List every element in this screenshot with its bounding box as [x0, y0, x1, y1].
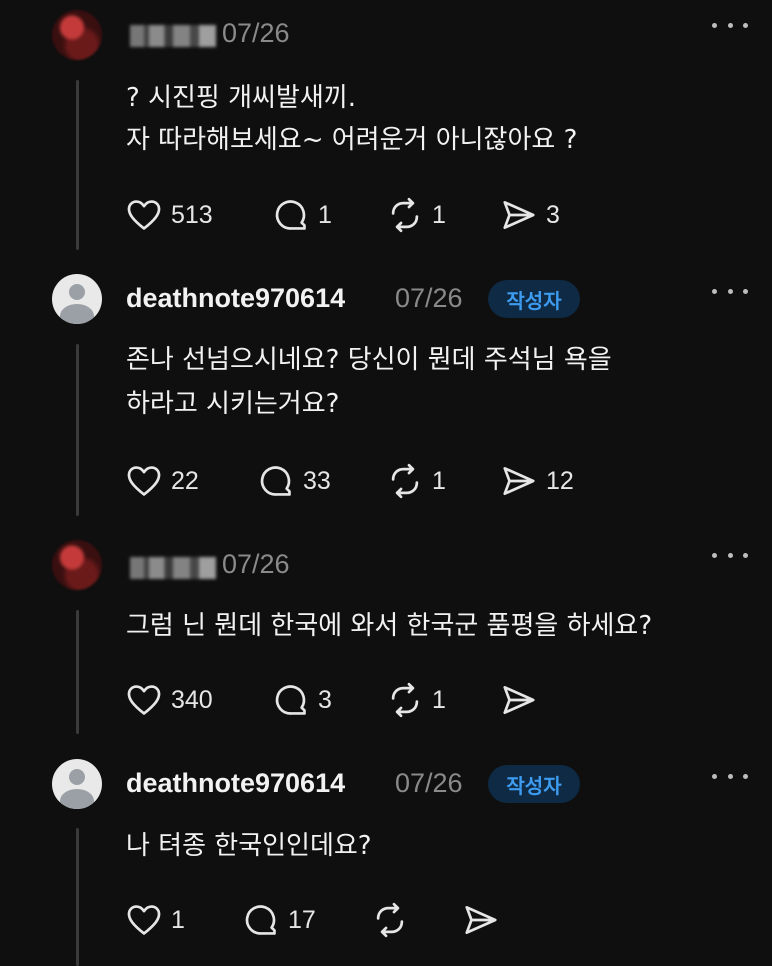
like-count: 22	[171, 466, 199, 495]
comment-date: 07/26	[395, 283, 463, 313]
share-count: 3	[546, 200, 560, 229]
share-button[interactable]	[500, 681, 546, 719]
author-badge: 작성자	[488, 280, 580, 318]
share-button[interactable]: 3	[500, 196, 560, 234]
share-button[interactable]	[462, 901, 508, 939]
thread-line	[76, 80, 79, 250]
repost-button[interactable]: 1	[386, 462, 446, 500]
thread-line	[76, 610, 79, 734]
avatar[interactable]	[52, 540, 102, 590]
send-icon	[465, 905, 497, 935]
heart-icon	[127, 685, 161, 715]
like-button[interactable]: 22	[125, 462, 199, 500]
speech-bubble-icon	[260, 466, 291, 496]
repost-count: 1	[432, 200, 446, 229]
reply-count: 17	[288, 905, 316, 934]
like-count: 1	[171, 905, 185, 934]
comment-text-line: 그럼 닌 뭔데 한국에 와서 한국군 품평을 하세요?	[126, 611, 653, 641]
comment-text-line: 하라고 시키는거요?	[126, 389, 340, 419]
like-count: 513	[171, 200, 213, 229]
comment-text-line: 자 따라해보세요~ 어려운거 아니잖아요 ?	[126, 125, 578, 155]
avatar[interactable]	[52, 10, 102, 60]
reply-button[interactable]: 3	[272, 681, 332, 719]
like-button[interactable]: 513	[125, 196, 213, 234]
reply-count: 1	[318, 200, 332, 229]
repost-arrows-icon	[391, 197, 419, 233]
reply-button[interactable]: 1	[272, 196, 332, 234]
reply-count: 3	[318, 685, 332, 714]
more-dots-icon[interactable]	[712, 20, 748, 30]
repost-arrows-icon	[391, 463, 419, 499]
comment-text-line: 나 텨종 한국인인데요?	[126, 831, 372, 861]
like-button[interactable]: 340	[125, 681, 213, 719]
send-icon	[503, 466, 535, 496]
comment-date: 07/26	[395, 768, 463, 798]
like-button[interactable]: 1	[125, 901, 185, 939]
heart-icon	[127, 905, 161, 935]
repost-count: 1	[432, 685, 446, 714]
repost-count: 1	[432, 466, 446, 495]
repost-button[interactable]: 1	[386, 681, 446, 719]
comment-date: 07/26	[222, 549, 290, 579]
more-dots-icon[interactable]	[712, 771, 748, 781]
username-blurred[interactable]	[130, 557, 216, 579]
username[interactable]: deathnote970614	[126, 768, 345, 799]
thread-line	[76, 828, 79, 966]
repost-arrows-icon	[391, 682, 419, 718]
thread-line	[76, 344, 79, 516]
comment-text-line: 존나 선넘으시네요? 당신이 뭔데 주석님 욕을	[126, 345, 612, 375]
repost-button[interactable]	[371, 901, 417, 939]
more-dots-icon[interactable]	[712, 286, 748, 296]
speech-bubble-icon	[245, 905, 276, 935]
repost-button[interactable]: 1	[386, 196, 446, 234]
comment-text-line: ? 시진핑 개씨발새끼.	[126, 83, 356, 113]
author-badge: 작성자	[488, 765, 580, 803]
repost-arrows-icon	[376, 902, 404, 938]
reply-count: 33	[303, 466, 331, 495]
share-count: 12	[546, 466, 574, 495]
send-icon	[503, 200, 535, 230]
heart-icon	[127, 200, 161, 230]
username-blurred[interactable]	[130, 25, 216, 47]
avatar[interactable]	[52, 274, 102, 324]
like-count: 340	[171, 685, 213, 714]
speech-bubble-icon	[275, 685, 306, 715]
comment-date: 07/26	[222, 18, 290, 48]
reply-button[interactable]: 33	[257, 462, 331, 500]
reply-button[interactable]: 17	[242, 901, 316, 939]
send-icon	[503, 685, 535, 715]
heart-icon	[127, 466, 161, 496]
username[interactable]: deathnote970614	[126, 283, 345, 314]
more-dots-icon[interactable]	[712, 550, 748, 560]
share-button[interactable]: 12	[500, 462, 574, 500]
speech-bubble-icon	[275, 200, 306, 230]
avatar[interactable]	[52, 759, 102, 809]
